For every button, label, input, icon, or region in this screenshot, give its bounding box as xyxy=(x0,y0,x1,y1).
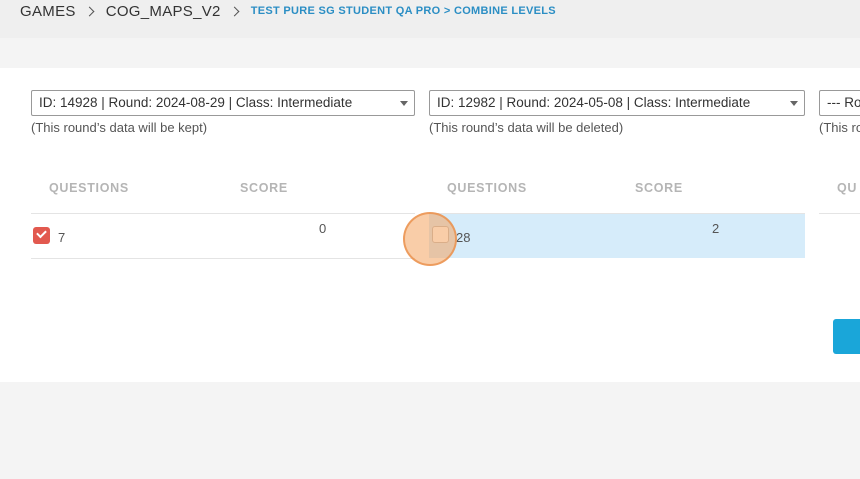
combine-button[interactable] xyxy=(833,319,860,354)
table-2-row[interactable] xyxy=(429,214,805,258)
table-1-row-score: 0 xyxy=(319,221,327,236)
breadcrumb: GAMES COG_MAPS_V2 TEST PURE SG STUDENT Q… xyxy=(20,2,556,20)
table-2-row-score: 2 xyxy=(712,221,720,236)
round-select-1-value: ID: 14928 | Round: 2024-08-29 | Class: I… xyxy=(39,95,353,110)
round-select-3[interactable]: --- Ro xyxy=(819,90,860,116)
round-2-note: (This round’s data will be deleted) xyxy=(429,120,624,135)
page-gap xyxy=(0,38,860,68)
table-1-row-divider xyxy=(31,258,415,259)
click-indicator xyxy=(403,212,457,266)
table-3-header-divider xyxy=(819,213,860,214)
breadcrumb-current: TEST PURE SG STUDENT QA PRO > COMBINE LE… xyxy=(250,5,556,17)
table-2-header-questions: QUESTIONS xyxy=(447,181,527,195)
table-2-header-score: SCORE xyxy=(635,181,683,195)
chevron-right-icon xyxy=(84,6,95,16)
round-select-3-value: --- Ro xyxy=(827,95,860,110)
row-checkbox-checked[interactable] xyxy=(33,227,50,244)
caret-down-icon xyxy=(400,101,408,106)
round-1-note: (This round’s data will be kept) xyxy=(31,120,208,135)
table-1-header-divider xyxy=(31,213,415,214)
top-bar: GAMES COG_MAPS_V2 TEST PURE SG STUDENT Q… xyxy=(0,0,860,38)
breadcrumb-cog-maps[interactable]: COG_MAPS_V2 xyxy=(106,3,221,20)
table-1-header-score: SCORE xyxy=(240,181,288,195)
table-1-header-questions: QUESTIONS xyxy=(49,181,129,195)
table-3-header-questions: QU xyxy=(837,181,858,195)
round-select-2[interactable]: ID: 12982 | Round: 2024-05-08 | Class: I… xyxy=(429,90,805,116)
table-2-row-questions: 28 xyxy=(456,230,471,245)
breadcrumb-games[interactable]: GAMES xyxy=(20,3,76,20)
chevron-right-icon xyxy=(229,6,240,16)
round-3-note: (This ro xyxy=(819,120,860,135)
caret-down-icon xyxy=(790,101,798,106)
combine-levels-panel: ID: 14928 | Round: 2024-08-29 | Class: I… xyxy=(0,68,860,382)
round-select-2-value: ID: 12982 | Round: 2024-05-08 | Class: I… xyxy=(437,95,751,110)
table-1-row-questions: 7 xyxy=(58,230,66,245)
round-select-1[interactable]: ID: 14928 | Round: 2024-08-29 | Class: I… xyxy=(31,90,415,116)
